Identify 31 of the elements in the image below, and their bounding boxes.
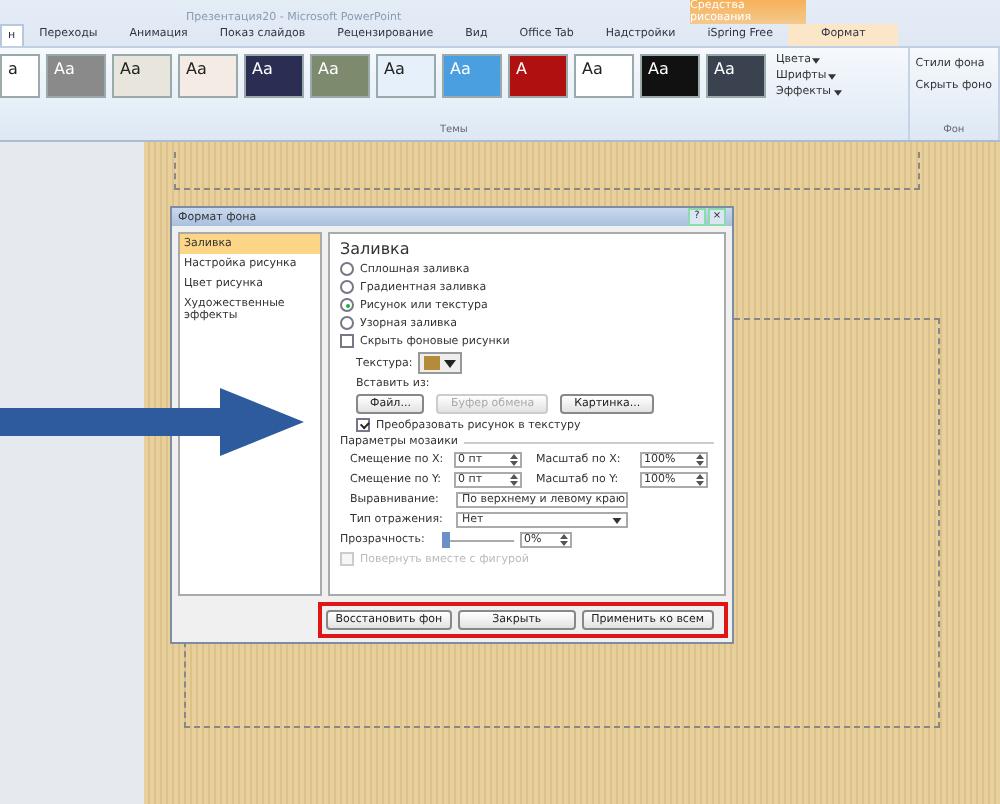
- caret-icon: [444, 359, 457, 367]
- spinner-arrows-icon: [560, 534, 568, 546]
- caret-icon: [812, 57, 821, 63]
- theme-thumbnail[interactable]: Aa: [244, 54, 304, 98]
- theme-thumbnail[interactable]: Aa: [376, 54, 436, 98]
- theme-thumbnail[interactable]: a: [0, 54, 40, 98]
- theme-thumbnail[interactable]: Aa: [112, 54, 172, 98]
- texture-swatch-icon: [424, 356, 441, 370]
- slider-thumb[interactable]: [442, 531, 450, 547]
- theme-thumbnail[interactable]: Aa: [706, 54, 766, 98]
- radio-button[interactable]: [340, 262, 354, 276]
- texture-dropdown[interactable]: [418, 352, 463, 374]
- spinner-arrows-icon: [696, 454, 704, 466]
- spinner-arrows-icon: [510, 474, 518, 486]
- arrow-icon: [0, 388, 304, 456]
- checkbox[interactable]: [340, 334, 354, 348]
- spinner-arrows-icon: [696, 474, 704, 486]
- theme-thumbnail[interactable]: A: [508, 54, 568, 98]
- checkbox[interactable]: [356, 418, 370, 432]
- radio-button[interactable]: [340, 280, 354, 294]
- theme-thumbnail[interactable]: Aa: [640, 54, 700, 98]
- radio-button[interactable]: [340, 298, 354, 312]
- theme-thumbnail[interactable]: Aa: [178, 54, 238, 98]
- radio-button[interactable]: [340, 316, 354, 330]
- section-heading: Заливка: [340, 240, 412, 258]
- theme-thumbnail[interactable]: Aa: [310, 54, 370, 98]
- caret-icon: [833, 89, 841, 95]
- theme-thumbnail[interactable]: Aa: [574, 54, 634, 98]
- spinner-arrows-icon: [510, 454, 518, 466]
- caret-icon: [612, 517, 622, 523]
- caret-icon: [828, 73, 837, 79]
